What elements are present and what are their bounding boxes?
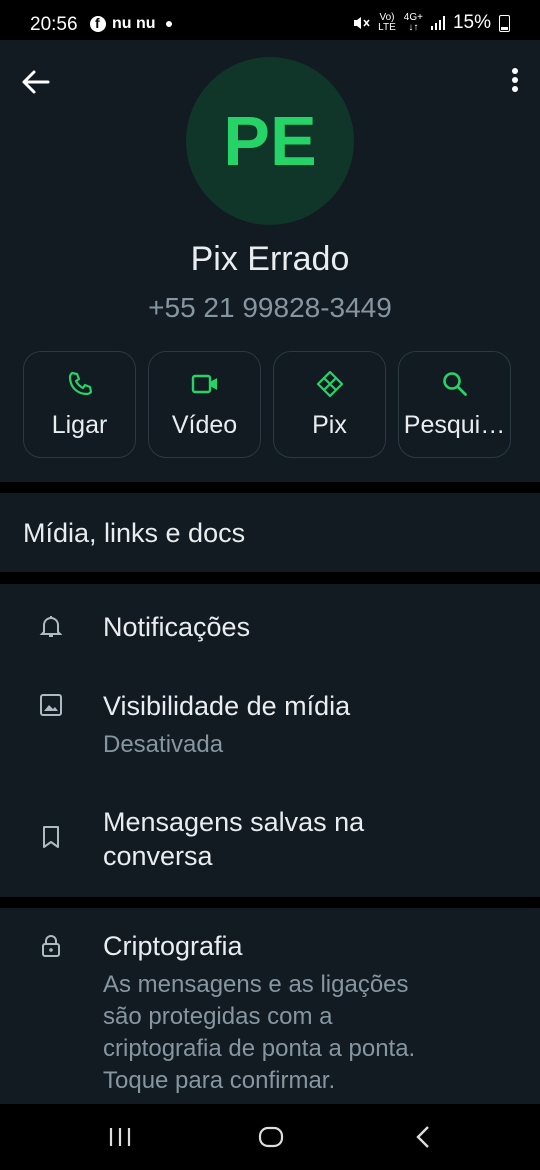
video-icon xyxy=(191,374,217,394)
search-button[interactable]: Pesqui… xyxy=(398,351,511,458)
encryption-line2: são protegidas com a xyxy=(103,1003,333,1030)
encryption-row[interactable]: Criptografia As mensagens e as ligações … xyxy=(0,908,540,1104)
contact-name: Pix Errado xyxy=(190,240,350,278)
pix-button[interactable]: Pix xyxy=(273,351,386,458)
phone-icon xyxy=(68,371,92,396)
volte-indicator: Vo) LTE xyxy=(378,13,396,33)
back-nav-icon[interactable] xyxy=(410,1122,436,1152)
bell-icon xyxy=(39,616,63,637)
media-links-docs-label: Mídia, links e docs xyxy=(23,518,246,548)
settings-section: Notificações Visibilidade de mídia Desat… xyxy=(0,584,540,897)
volte-bottom: LTE xyxy=(378,22,396,33)
video-button[interactable]: Vídeo xyxy=(148,351,261,458)
notifications-title: Notificações xyxy=(103,612,251,642)
media-visibility-title: Visibilidade de mídia xyxy=(103,691,351,721)
video-label: Vídeo xyxy=(171,411,238,439)
pix-icon xyxy=(316,370,343,398)
battery-percent: 15% xyxy=(452,12,491,33)
battery-icon xyxy=(499,14,510,32)
contact-phone: +55 21 99828-3449 xyxy=(148,292,392,323)
recent-apps-icon[interactable] xyxy=(106,1122,134,1152)
back-arrow-icon[interactable] xyxy=(18,64,54,100)
home-icon[interactable] xyxy=(256,1122,286,1152)
more-options-icon[interactable] xyxy=(506,64,524,100)
more-notifications-dot-icon xyxy=(166,21,172,27)
call-button[interactable]: Ligar xyxy=(23,351,136,458)
pix-label: Pix xyxy=(312,411,347,439)
saved-messages-title-line2: conversa xyxy=(103,841,213,871)
call-label: Ligar xyxy=(51,411,108,439)
signal-icon xyxy=(430,16,445,30)
status-bar: 20:56 f nu nu Vo) LTE 4G+ ↓↑ 15% xyxy=(0,0,540,40)
facebook-notification-icon: f xyxy=(90,15,106,32)
media-links-docs-row[interactable]: Mídia, links e docs xyxy=(0,493,540,572)
bookmark-icon xyxy=(43,826,59,848)
encryption-title: Criptografia xyxy=(103,931,243,961)
system-navigation-bar xyxy=(0,1104,540,1170)
network-type-indicator: 4G+ ↓↑ xyxy=(404,13,423,33)
action-buttons: Ligar Vídeo Pix Pesqui… xyxy=(23,351,511,458)
status-right: Vo) LTE 4G+ ↓↑ 15% xyxy=(352,12,510,34)
facebook-glyph: f xyxy=(95,15,100,31)
media-visibility-subtitle: Desativada xyxy=(103,731,224,758)
contact-header: PE Pix Errado +55 21 99828-3449 Ligar Ví… xyxy=(0,40,540,482)
carrier-notification-text: nu nu xyxy=(112,15,156,32)
encryption-line3: criptografia de ponta a ponta. xyxy=(103,1035,416,1062)
search-icon xyxy=(442,372,467,396)
encryption-line1: As mensagens e as ligações xyxy=(103,971,409,998)
image-icon xyxy=(40,694,62,716)
status-time: 20:56 xyxy=(30,14,78,35)
contact-avatar[interactable]: PE xyxy=(186,57,354,225)
network-bottom: ↓↑ xyxy=(408,22,419,33)
lock-icon xyxy=(42,935,60,957)
encryption-line4: Toque para confirmar. xyxy=(103,1067,336,1094)
saved-messages-title-line1: Mensagens salvas na xyxy=(103,807,365,837)
mute-icon xyxy=(354,17,370,29)
search-label: Pesqui… xyxy=(403,411,506,439)
avatar-initials: PE xyxy=(223,102,317,180)
